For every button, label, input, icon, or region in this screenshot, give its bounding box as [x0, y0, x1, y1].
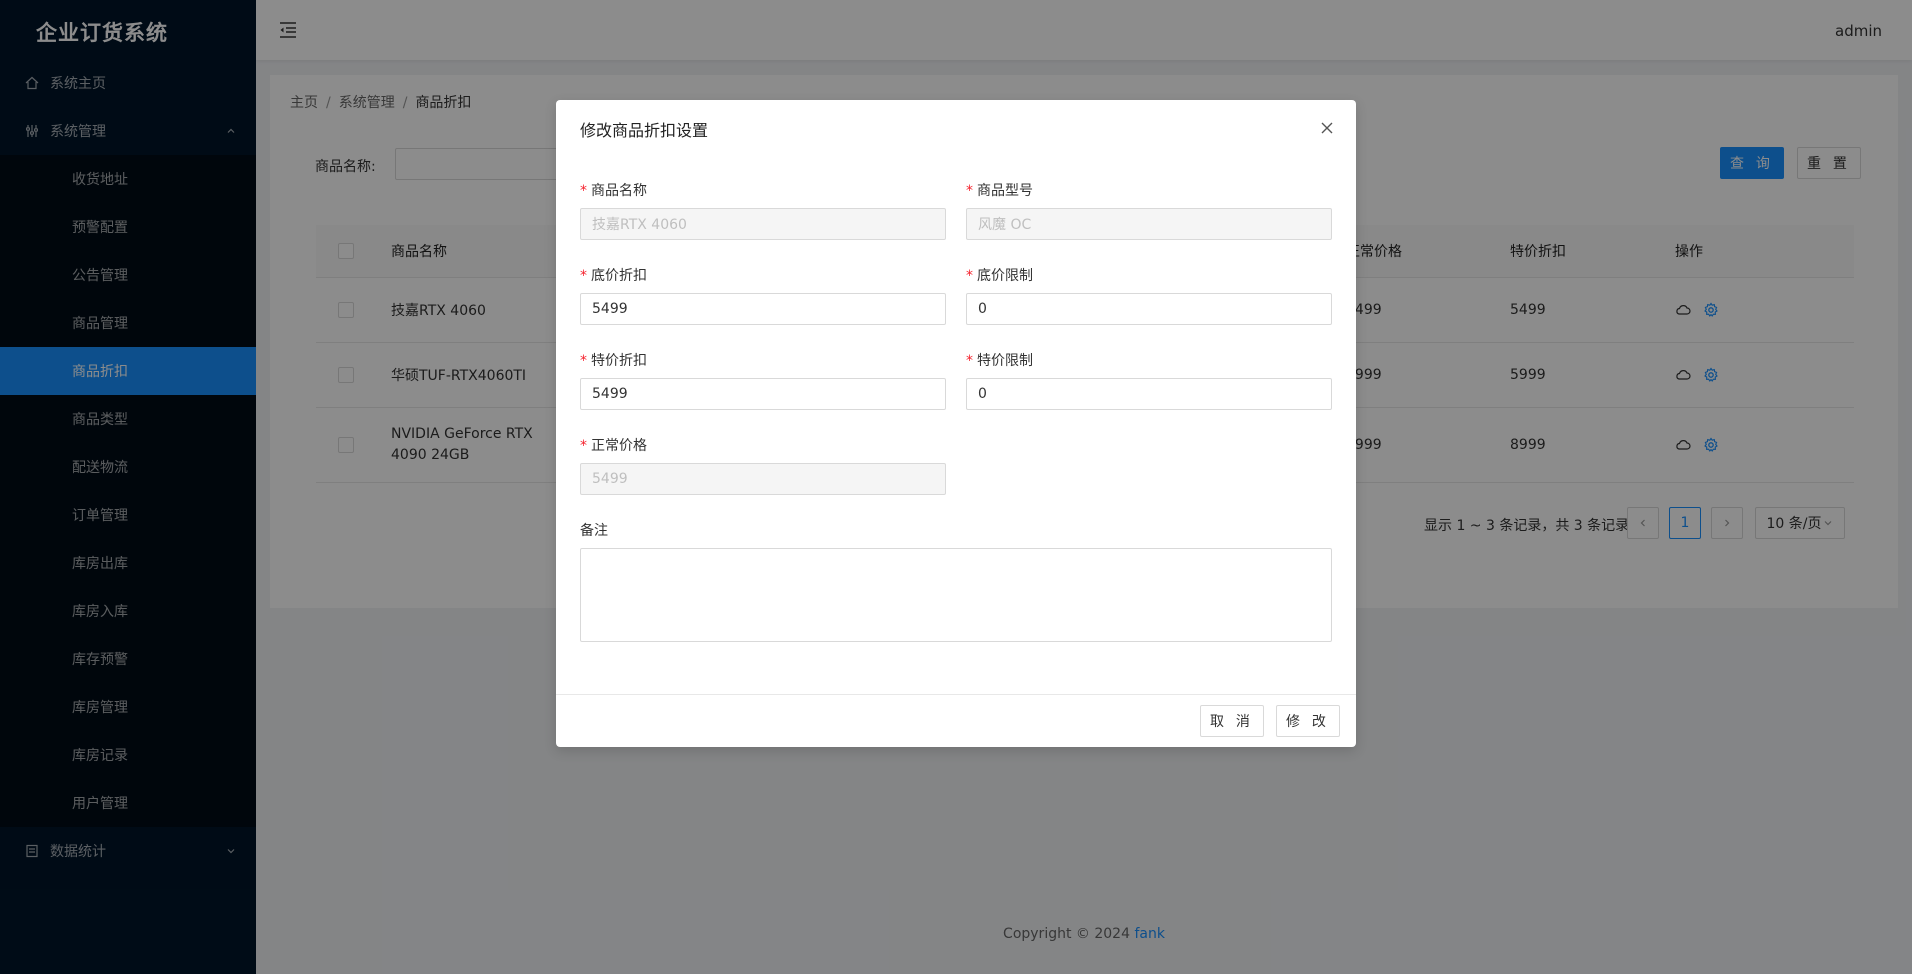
product-name-field [580, 208, 946, 240]
normal-price-field [580, 463, 946, 495]
modal-title: 修改商品折扣设置 [580, 121, 709, 140]
floor-discount-field[interactable] [580, 293, 946, 325]
modal-footer: 取 消 修 改 [556, 694, 1356, 747]
special-discount-field[interactable] [580, 378, 946, 410]
floor-discount-label: * 底价折扣 [580, 268, 647, 284]
product-model-label: * 商品型号 [966, 183, 1033, 199]
product-name-label: * 商品名称 [580, 183, 647, 199]
floor-limit-field[interactable] [966, 293, 1332, 325]
submit-button[interactable]: 修 改 [1276, 705, 1340, 737]
edit-discount-modal: 修改商品折扣设置 *商品名称 *商品型号 *底价折扣 *底价限制 *特价折扣 *… [556, 100, 1356, 747]
remark-textarea[interactable] [580, 548, 1332, 642]
floor-limit-label: * 底价限制 [966, 268, 1033, 284]
special-discount-label: * 特价折扣 [580, 353, 647, 369]
remark-label: 备注 [580, 523, 608, 539]
special-limit-label: * 特价限制 [966, 353, 1033, 369]
special-limit-field[interactable] [966, 378, 1332, 410]
normal-price-label: * 正常价格 [580, 438, 647, 454]
cancel-button[interactable]: 取 消 [1200, 705, 1264, 737]
close-icon[interactable] [1316, 117, 1338, 139]
product-model-field [966, 208, 1332, 240]
